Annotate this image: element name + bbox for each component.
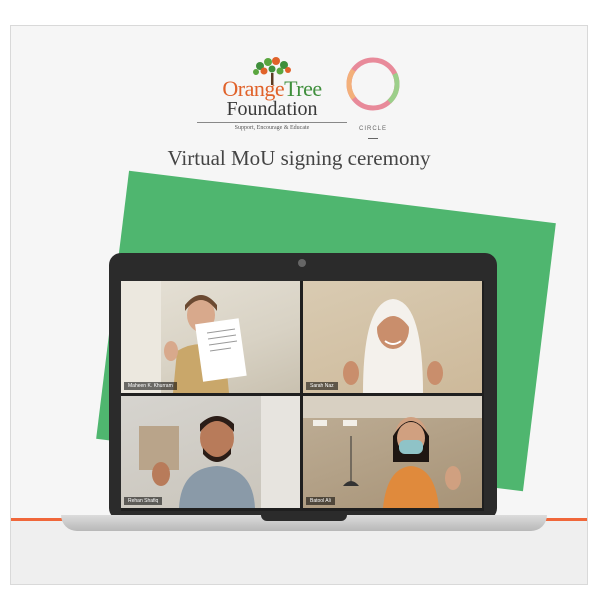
camera-icon: [298, 259, 306, 267]
logo-row: OrangeTree Foundation Support, Encourage…: [11, 50, 587, 150]
participant-name-tag: Batool Ali: [306, 497, 335, 505]
page-title: Virtual MoU signing ceremony: [167, 146, 431, 170]
brand-name: OrangeTree: [222, 76, 322, 101]
promo-card: OrangeTree Foundation Support, Encourage…: [10, 25, 588, 585]
circle-logo-icon: [346, 57, 400, 111]
video-tile: Sarah Naz: [303, 281, 482, 393]
circle-logo: CIRCLE: [341, 50, 405, 144]
participant-avatar: [303, 396, 482, 508]
brand-tagline: Support, Encourage & Educate: [197, 122, 347, 131]
laptop: Maheen K. Khurram Sarah Naz Rehan Shafiq…: [109, 253, 497, 520]
laptop-notch: [261, 515, 347, 521]
partner-underline: [368, 138, 378, 139]
video-tile: Batool Ali: [303, 396, 482, 508]
participant-name-tag: Rehan Shafiq: [124, 497, 163, 505]
partner-name: CIRCLE: [358, 126, 387, 132]
participant-avatar: [121, 281, 247, 393]
orange-tree-logo: OrangeTree Foundation Support, Encourage…: [197, 56, 347, 144]
video-tile: Maheen K. Khurram: [121, 281, 300, 393]
participant-name-tag: Maheen K. Khurram: [124, 382, 177, 390]
participant-name-tag: Sarah Naz: [306, 382, 338, 390]
video-tile: Rehan Shafiq: [121, 396, 300, 508]
brand-foundation: Foundation: [226, 98, 318, 120]
participant-avatar: [139, 396, 300, 508]
video-call-screen: Maheen K. Khurram Sarah Naz Rehan Shafiq…: [121, 281, 484, 511]
participant-avatar: [343, 299, 443, 393]
